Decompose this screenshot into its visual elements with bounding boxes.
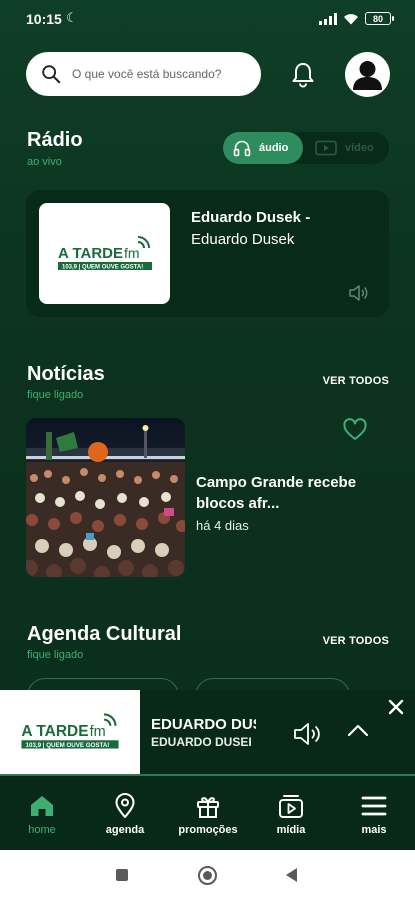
heart-icon[interactable] <box>342 417 368 443</box>
news-subtitle: fique ligado <box>27 389 84 401</box>
signal-icon <box>319 12 337 25</box>
menu-icon <box>361 796 387 816</box>
gift-icon <box>197 797 219 818</box>
location-pin-icon <box>115 793 135 818</box>
audio-label: áudio <box>259 142 289 154</box>
player-artist: EDUARDO DUSEK <box>151 735 251 749</box>
svg-text:103,9 | QUEM OUVE GOSTA!: 103,9 | QUEM OUVE GOSTA! <box>26 742 110 749</box>
audio-video-toggle[interactable]: áudio vídeo <box>223 132 389 164</box>
player-logo: A TARDE fm 103,9 | QUEM OUVE GOSTA! <box>0 690 140 774</box>
bottom-nav: home agenda promoções mídia mais <box>0 776 415 850</box>
nav-label-home: home <box>28 824 56 836</box>
news-item-title[interactable]: Campo Grande recebe blocos afr... <box>196 472 366 514</box>
svg-text:103,9 | QUEM OUVE GOSTA!: 103,9 | QUEM OUVE GOSTA! <box>62 264 143 270</box>
search-bar[interactable] <box>26 52 261 96</box>
video-option[interactable]: vídeo <box>311 132 389 164</box>
close-icon[interactable] <box>386 697 406 717</box>
atarde-fm-logo: A TARDE fm 103,9 | QUEM OUVE GOSTA! <box>57 235 152 270</box>
recents-icon[interactable] <box>116 869 128 881</box>
home-icon <box>31 796 53 816</box>
agenda-see-all-link[interactable]: VER TODOS <box>323 635 389 647</box>
volume-icon[interactable] <box>293 722 325 746</box>
player-title: EDUARDO DUSEK <box>151 716 256 733</box>
home-button-icon[interactable] <box>198 866 217 885</box>
nav-label-mais: mais <box>361 824 387 836</box>
headphones-icon <box>233 140 251 157</box>
svg-text:fm: fm <box>90 724 106 740</box>
nav-item-home[interactable]: home <box>14 776 70 850</box>
video-label: vídeo <box>345 142 374 154</box>
news-image[interactable] <box>26 418 185 577</box>
nav-item-agenda[interactable]: agenda <box>94 776 156 850</box>
radio-title: Rádio <box>27 129 83 151</box>
battery-level: 80 <box>372 13 383 24</box>
back-icon[interactable] <box>286 868 297 882</box>
nav-item-midia[interactable]: mídia <box>262 776 320 850</box>
carnival-crowd-image <box>26 418 185 577</box>
wifi-icon <box>343 13 359 25</box>
status-bar: 10:15 ☾ 80 <box>0 0 415 40</box>
radio-now-playing-line1: Eduardo Dusek - <box>191 209 311 226</box>
radio-player-card[interactable]: A TARDE fm 103,9 | QUEM OUVE GOSTA! Edua… <box>26 190 389 317</box>
agenda-title: Agenda Cultural <box>27 623 182 645</box>
search-input[interactable] <box>72 67 252 81</box>
svg-text:A TARDE: A TARDE <box>58 245 123 262</box>
user-icon <box>353 61 382 90</box>
news-see-all-link[interactable]: VER TODOS <box>323 375 389 387</box>
news-title: Notícias <box>27 363 105 385</box>
mini-player[interactable]: A TARDE fm 103,9 | QUEM OUVE GOSTA! EDUA… <box>0 690 415 776</box>
news-item-time: há 4 dias <box>196 518 249 533</box>
search-icon <box>42 65 61 84</box>
audio-option[interactable]: áudio <box>223 132 303 164</box>
bell-icon[interactable] <box>289 60 317 88</box>
status-time: 10:15 <box>26 11 62 27</box>
nav-item-promocoes[interactable]: promoções <box>170 776 246 850</box>
nav-label-midia: mídia <box>276 824 306 836</box>
svg-text:fm: fm <box>124 245 140 261</box>
status-icons: 80 <box>319 12 394 25</box>
volume-icon[interactable] <box>348 284 370 302</box>
avatar[interactable] <box>345 52 390 97</box>
moon-icon: ☾ <box>66 10 78 25</box>
agenda-subtitle: fique ligado <box>27 649 84 661</box>
media-play-icon <box>279 795 303 818</box>
nav-label-promocoes: promoções <box>178 824 238 836</box>
system-nav-bar <box>0 850 415 900</box>
nav-label-agenda: agenda <box>105 824 145 836</box>
video-icon <box>315 140 337 156</box>
chevron-up-icon[interactable] <box>346 722 370 738</box>
radio-logo: A TARDE fm 103,9 | QUEM OUVE GOSTA! <box>39 203 170 304</box>
svg-text:A TARDE: A TARDE <box>21 723 88 740</box>
radio-subtitle: ao vivo <box>27 156 62 168</box>
nav-item-mais[interactable]: mais <box>346 776 402 850</box>
battery-icon: 80 <box>365 12 394 25</box>
radio-now-playing-line2: Eduardo Dusek <box>191 231 295 248</box>
atarde-fm-logo: A TARDE fm 103,9 | QUEM OUVE GOSTA! <box>21 713 119 749</box>
